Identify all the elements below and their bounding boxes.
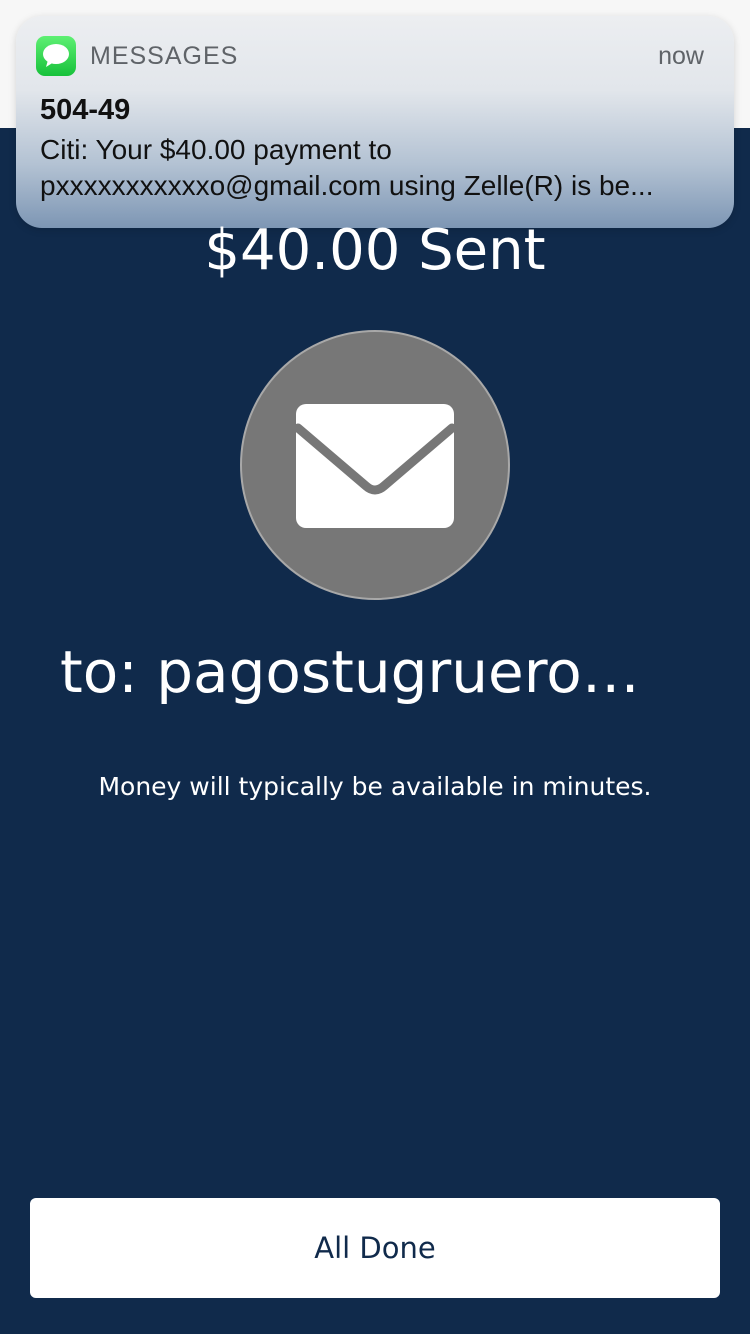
notification-body-line-1: Citi: Your $40.00 payment to: [40, 134, 392, 165]
all-done-button[interactable]: All Done: [30, 1198, 720, 1298]
availability-note: Money will typically be available in min…: [98, 772, 652, 801]
recipient-address: to: pagostugruero@g...: [60, 638, 690, 706]
notification-app-name: MESSAGES: [90, 42, 239, 70]
envelope-badge: [240, 330, 510, 600]
payment-sent-title: $40.00 Sent: [204, 218, 546, 283]
envelope-icon: [294, 404, 456, 528]
notification-body-line-2: pxxxxxxxxxxxo@gmail.com using Zelle(R) i…: [40, 170, 654, 201]
notification-time: now: [658, 42, 704, 70]
notification-sender: 504-49: [40, 94, 131, 126]
messages-icon: [36, 36, 76, 76]
message-notification-banner[interactable]: MESSAGES now 504-49 Citi: Your $40.00 pa…: [16, 16, 734, 228]
notification-body: Citi: Your $40.00 payment to pxxxxxxxxxx…: [40, 132, 712, 204]
